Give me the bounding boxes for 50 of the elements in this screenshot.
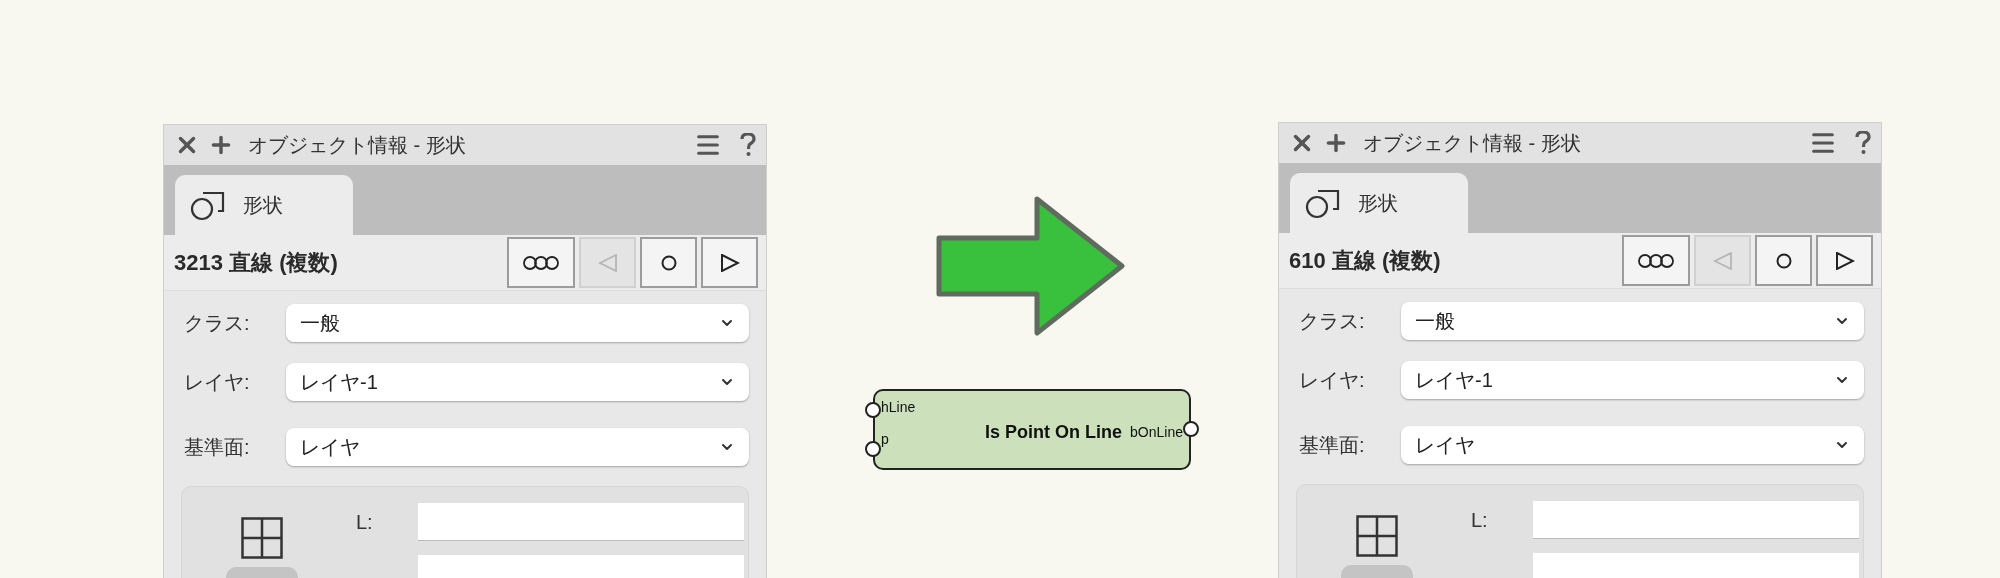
dropdown[interactable]: レイヤ-1 <box>286 363 749 401</box>
nav-button[interactable] <box>701 237 758 288</box>
nav-button[interactable] <box>507 237 575 288</box>
grid-icon <box>1356 515 1398 557</box>
dropdown[interactable]: 一般 <box>1401 302 1864 340</box>
dropdown[interactable]: レイヤ <box>1401 426 1864 464</box>
circles-icon <box>523 254 559 271</box>
triangle-left-icon <box>597 253 618 272</box>
nav-button[interactable] <box>640 237 697 288</box>
circles-icon <box>1638 252 1674 269</box>
nav-button[interactable] <box>1816 235 1873 286</box>
shapes-tab[interactable]: 形状 <box>175 175 353 235</box>
node-title: Is Point On Line <box>985 421 1123 444</box>
object-count: 610 直線 (複数) <box>1289 247 1441 275</box>
field-label: クラス: <box>184 311 251 336</box>
object-count: 3213 直線 (複数) <box>174 249 338 277</box>
help-icon[interactable] <box>1855 131 1871 155</box>
input-port[interactable] <box>865 402 881 418</box>
shapes-icon <box>1304 187 1342 219</box>
window-title: オブジェクト情報 - 形状 <box>248 133 466 158</box>
input-port[interactable] <box>865 441 881 457</box>
window-title: オブジェクト情報 - 形状 <box>1363 131 1581 156</box>
circle-icon <box>1775 252 1792 269</box>
field-label: 基準面: <box>1299 433 1366 458</box>
shapes-tab[interactable]: 形状 <box>1290 173 1468 233</box>
triangle-right-icon <box>719 253 740 272</box>
grid-icon <box>241 517 283 559</box>
field-label: 基準面: <box>184 435 251 460</box>
field-label: L: <box>355 510 374 535</box>
field-label: レイヤ: <box>184 370 251 395</box>
input-field[interactable] <box>1533 501 1859 539</box>
dropdown[interactable]: 一般 <box>286 304 749 342</box>
output-port[interactable] <box>1183 421 1199 437</box>
triangle-left-icon <box>1712 251 1733 270</box>
field-label: L: <box>1470 508 1489 533</box>
nav-button[interactable] <box>1755 235 1812 286</box>
field-label: レイヤ: <box>1299 368 1366 393</box>
nav-button[interactable] <box>1622 235 1690 286</box>
input-field[interactable] <box>418 503 744 541</box>
triangle-right-icon <box>1834 251 1855 270</box>
input-port-label: p <box>881 431 890 447</box>
input-port-label: hLine <box>881 399 916 415</box>
dropdown[interactable]: レイヤ-1 <box>1401 361 1864 399</box>
dropdown[interactable]: レイヤ <box>286 428 749 466</box>
circle-icon <box>660 254 677 271</box>
shapes-icon <box>189 189 227 221</box>
field-label: クラス: <box>1299 309 1366 334</box>
help-icon[interactable] <box>740 133 756 157</box>
right-arrow-icon <box>936 196 1126 336</box>
output-port-label: bOnLine <box>1130 423 1183 442</box>
